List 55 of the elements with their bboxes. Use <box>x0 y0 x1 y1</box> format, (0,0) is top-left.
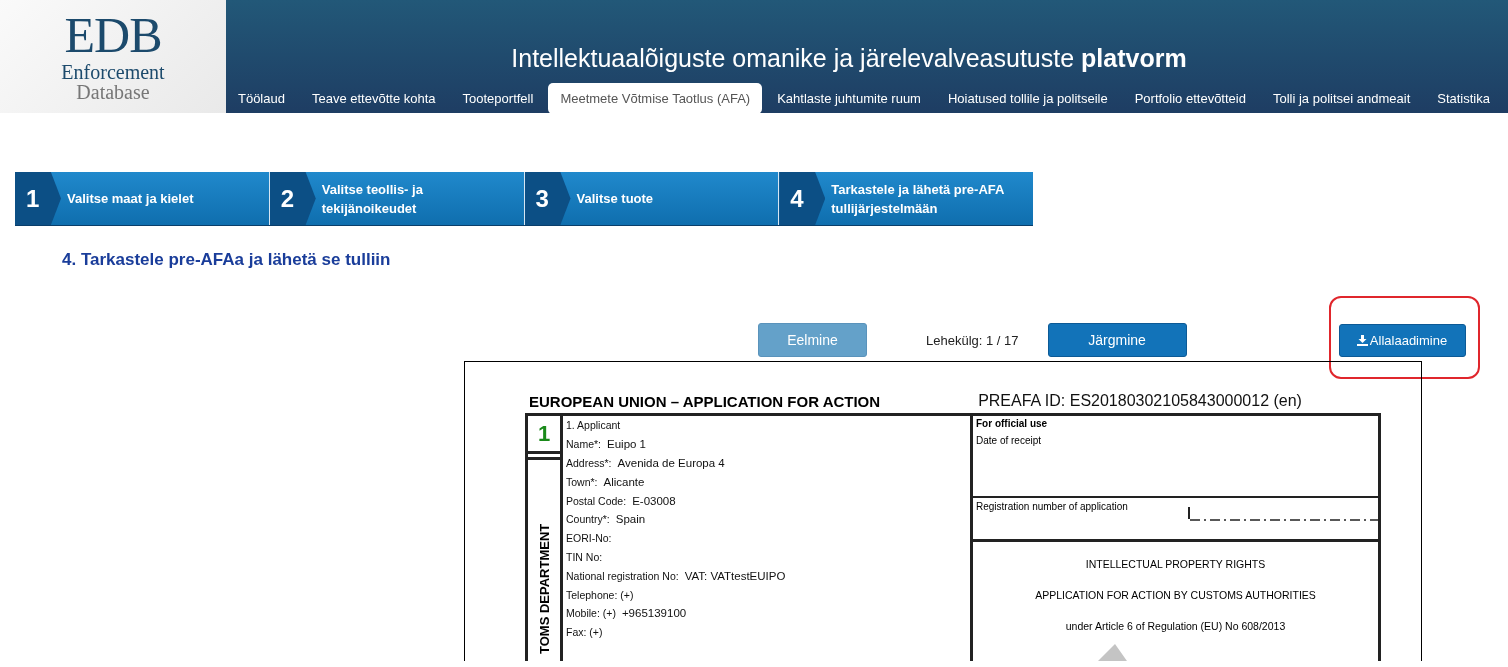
field-value: Alicante <box>603 475 645 488</box>
step-number: 4 <box>779 172 826 225</box>
logo-mark: EDB <box>64 10 162 60</box>
field-value: +965139100 <box>621 607 687 620</box>
official-use-heading: For official use <box>976 418 1049 429</box>
field-label: Country*: <box>566 513 610 526</box>
nav-tab[interactable]: Statistika <box>1425 83 1502 114</box>
field-label: National registration No: <box>566 569 679 582</box>
section-heading: 4. Tarkastele pre-AFAa ja lähetä se tulliin <box>62 250 392 270</box>
step-label: Valitse maat ja kielet <box>67 190 194 208</box>
field-label: Address*: <box>566 457 612 469</box>
field-label: Telephone: (+) <box>566 588 634 601</box>
field-label: TIN No: <box>566 550 603 563</box>
logo-text: Enforcement <box>61 62 165 82</box>
field-label: Town*: <box>566 475 598 488</box>
field-label: Date of receipt <box>976 435 1042 446</box>
field-label: Registration number of application <box>976 501 1129 514</box>
field-label: EORI-No: <box>566 532 612 545</box>
page-indicator: Lehekülg: 1 / 17 <box>926 332 1019 348</box>
document-title: EUROPEAN UNION – APPLICATION FOR ACTION <box>529 393 881 410</box>
download-button[interactable]: Allalaadimine <box>1338 323 1466 357</box>
form-caption: under Article 6 of Regulation (EU) No 608/2013 <box>1065 620 1286 632</box>
field-value: Avenida de Europa 4 <box>617 457 725 469</box>
form-caption: INTELLECTUAL PROPERTY RIGHTS <box>1085 558 1266 570</box>
step-number: 3 <box>524 172 571 225</box>
form-caption: APPLICATION FOR ACTION BY CUSTOMS AUTHORITIES <box>1035 589 1316 601</box>
field-value: E-03008 <box>632 494 676 507</box>
nav-tab[interactable]: Meetmete Võtmise Taotlus (AFA) <box>548 83 763 114</box>
nav-tab[interactable]: Töölaud <box>225 83 297 114</box>
step-number: 2 <box>269 172 316 225</box>
step-label: Valitse teollis- ja tekijänoikeudet <box>321 180 424 218</box>
step-label: Tarkastele ja lähetä pre-AFA tullijärjestelmään <box>831 180 1005 218</box>
field-label: 1. Applicant <box>565 418 622 434</box>
field-value: Euipo 1 <box>607 438 647 451</box>
download-icon <box>1356 334 1368 346</box>
page-title: Intellektuaalõiguste omanike ja järelevalveasutuste platvorm <box>510 44 1188 73</box>
nav-tab[interactable]: Kahtlaste juhtumite ruum <box>765 83 933 114</box>
vertical-label: TOMS DEPARTMENT <box>536 523 552 654</box>
nav-tab[interactable]: Teave ettevõtte kohta <box>299 83 448 114</box>
field-label: Name*: <box>566 438 601 451</box>
next-button[interactable]: Järgmine <box>1047 323 1187 357</box>
step-number: 1 <box>15 172 61 225</box>
field-label: Postal Code: <box>566 494 627 507</box>
nav-tab[interactable]: Hoiatused tollile ja politseile <box>935 83 1120 114</box>
field-label: Fax: (+) <box>566 626 603 639</box>
nav-tab[interactable]: Tooteportfell <box>450 83 546 114</box>
field-value: VAT: VATtestEUIPO <box>684 569 786 582</box>
logo-text: Database <box>76 82 150 102</box>
preafa-id: PREAFA ID: ES20180302105843000012 (en) <box>978 392 1302 410</box>
field-label: Mobile: (+) <box>566 607 616 620</box>
field-value: Spain <box>615 513 646 526</box>
step-label: Valitse tuote <box>576 190 654 208</box>
section-number: 1 <box>528 416 560 454</box>
nav-tab[interactable]: Tolli ja politsei andmeait <box>1260 83 1423 114</box>
nav-tab[interactable]: Portfolio ettevõtteid <box>1122 83 1258 114</box>
